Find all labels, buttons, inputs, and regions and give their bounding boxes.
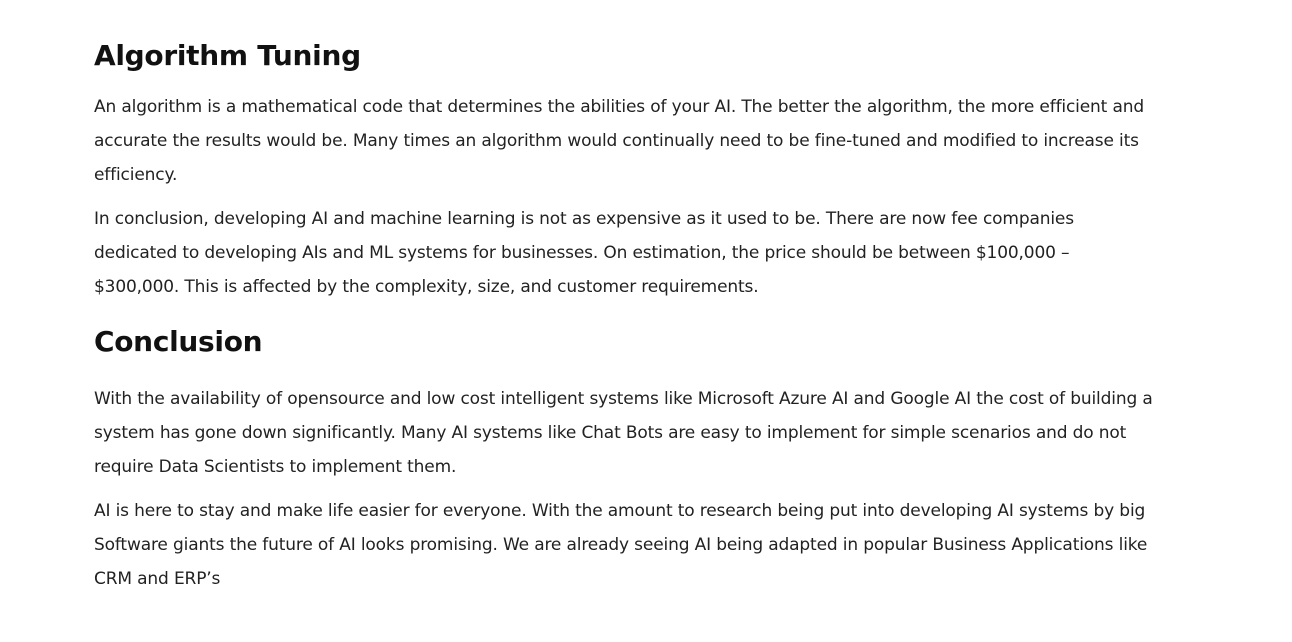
paragraph-opensource-availability: With the availability of opensource and … [94,389,1153,477]
section-conclusion: Conclusion With the availability of open… [94,322,1154,596]
paragraph-algorithm-definition: An algorithm is a mathematical code that… [94,97,1144,185]
paragraph-ai-future: AI is here to stay and make life easier … [94,501,1148,589]
paragraph-cost-conclusion: In conclusion, developing AI and machine… [94,209,1074,297]
section-heading-conclusion: Conclusion [94,325,263,358]
section-algorithm-tuning: Algorithm Tuning An algorithm is a mathe… [94,36,1154,304]
article-body: Algorithm Tuning An algorithm is a mathe… [94,36,1154,596]
section-heading-algorithm-tuning: Algorithm Tuning [94,39,361,72]
